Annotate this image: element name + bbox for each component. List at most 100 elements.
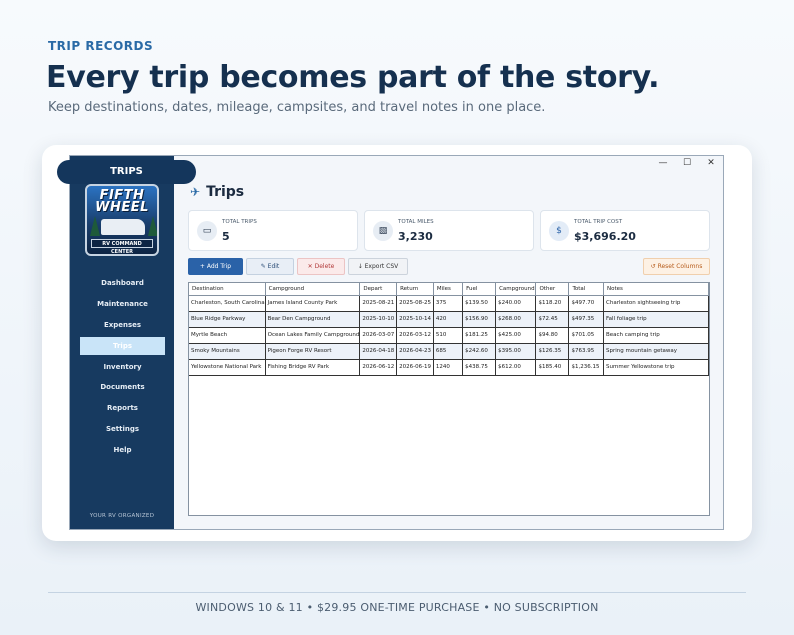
table-cell: $72.45 <box>535 311 570 328</box>
table-cell: Pigeon Forge RV Resort <box>265 343 361 360</box>
nav-item-settings[interactable]: Settings <box>80 420 165 438</box>
table-cell: Ocean Lakes Family Campground <box>265 327 361 344</box>
nav-item-documents[interactable]: Documents <box>80 378 165 396</box>
footer-text: WINDOWS 10 & 11 • $29.95 ONE-TIME PURCHA… <box>195 601 599 614</box>
table-cell: Beach camping trip <box>603 327 709 344</box>
table-row[interactable]: Smoky Mountains Pigeon Forge RV Resort 202… <box>189 343 709 360</box>
table-cell: 2026-06-19 <box>396 359 434 376</box>
table-header: Destination Campground Depart Return Mil… <box>189 283 709 296</box>
table-cell: Charleston, South Carolina <box>189 295 266 312</box>
nav-item-dashboard[interactable]: Dashboard <box>80 274 165 292</box>
table-cell: 2025-08-21 <box>359 295 398 312</box>
table-cell: $185.40 <box>535 359 570 376</box>
column-header[interactable]: Notes <box>603 283 709 296</box>
stat-value: 5 <box>222 230 230 243</box>
maximize-icon[interactable]: ☐ <box>681 158 693 168</box>
table-cell: Blue Ridge Parkway <box>189 311 266 328</box>
nav-item-inventory[interactable]: Inventory <box>80 358 165 376</box>
table-cell: 2025-08-25 <box>396 295 434 312</box>
minimize-icon[interactable]: — <box>657 158 669 168</box>
nav-item-trips[interactable]: Trips <box>80 336 165 355</box>
table-cell: $139.50 <box>462 295 497 312</box>
table-cell: $126.35 <box>535 343 570 360</box>
close-icon[interactable]: ✕ <box>705 158 717 168</box>
trips-table: Destination Campground Depart Return Mil… <box>188 282 710 516</box>
stat-value: 3,230 <box>398 230 433 243</box>
trips-pill: TRIPS <box>57 160 196 184</box>
table-cell: $242.60 <box>462 343 497 360</box>
table-cell: 2025-10-14 <box>396 311 434 328</box>
table-cell: $497.70 <box>568 295 604 312</box>
export-csv-button[interactable]: ↓ Export CSV <box>348 258 408 275</box>
map-icon: ▧ <box>373 221 393 241</box>
sidebar-footer: YOUR RV ORGANIZED <box>89 513 155 519</box>
column-header[interactable]: Miles <box>433 283 464 296</box>
stat-value: $3,696.20 <box>574 230 636 243</box>
window-controls: — ☐ ✕ <box>657 158 717 168</box>
table-cell: $425.00 <box>495 327 537 344</box>
nav-item-expenses[interactable]: Expenses <box>80 316 165 334</box>
page-title-text: Trips <box>206 184 245 200</box>
stat-card-trips: ▭ TOTAL TRIPS 5 <box>188 210 358 251</box>
column-header[interactable]: Campground <box>495 283 537 296</box>
headline: Every trip becomes part of the story. <box>46 60 660 95</box>
stat-label: TOTAL TRIPS <box>222 219 257 225</box>
nav-item-reports[interactable]: Reports <box>80 399 165 417</box>
column-header[interactable]: Total <box>568 283 604 296</box>
table-cell: $763.95 <box>568 343 604 360</box>
table-cell: 2026-04-23 <box>396 343 434 360</box>
stat-card-miles: ▧ TOTAL MILES 3,230 <box>364 210 534 251</box>
rv-icon: ▭ <box>197 221 217 241</box>
logo-line-2: WHEEL <box>95 200 149 215</box>
table-cell: 2026-06-12 <box>359 359 398 376</box>
stat-label: TOTAL TRIP COST <box>574 219 623 225</box>
subhead: Keep destinations, dates, mileage, camps… <box>48 100 546 115</box>
table-row[interactable]: Charleston, South Carolina James Island C… <box>189 295 709 312</box>
table-cell: $701.05 <box>568 327 604 344</box>
stat-label: TOTAL MILES <box>398 219 434 225</box>
nav-item-help[interactable]: Help <box>80 441 165 459</box>
column-header[interactable]: Campground <box>265 283 361 296</box>
table-cell: $94.80 <box>535 327 570 344</box>
table-cell: $181.25 <box>462 327 497 344</box>
delete-button[interactable]: ✕ Delete <box>297 258 345 275</box>
table-cell: 2026-04-18 <box>359 343 398 360</box>
table-cell: 2026-03-07 <box>359 327 398 344</box>
column-header[interactable]: Fuel <box>462 283 497 296</box>
table-cell: $612.00 <box>495 359 537 376</box>
add-trip-button[interactable]: + Add Trip <box>188 258 243 275</box>
app-window: FIFTH WHEEL RV COMMAND CENTER Dashboard … <box>69 155 724 530</box>
table-cell: Myrtle Beach <box>189 327 266 344</box>
table-cell: $268.00 <box>495 311 537 328</box>
edit-button[interactable]: ✎ Edit <box>246 258 294 275</box>
nav-item-maintenance[interactable]: Maintenance <box>80 295 165 313</box>
sidebar: FIFTH WHEEL RV COMMAND CENTER Dashboard … <box>70 156 174 529</box>
table-cell: Bear Den Campground <box>265 311 361 328</box>
table-cell: $438.75 <box>462 359 497 376</box>
column-header[interactable]: Depart <box>359 283 398 296</box>
reset-columns-button[interactable]: ↺ Reset Columns <box>643 258 710 275</box>
dollar-icon: $ <box>549 221 569 241</box>
table-cell: 685 <box>433 343 464 360</box>
stat-card-cost: $ TOTAL TRIP COST $3,696.20 <box>540 210 710 251</box>
table-cell: James Island County Park <box>265 295 361 312</box>
table-row[interactable]: Yellowstone National Park Fishing Bridge … <box>189 359 709 376</box>
column-header[interactable]: Return <box>396 283 434 296</box>
table-cell: $497.35 <box>568 311 604 328</box>
table-cell: Smoky Mountains <box>189 343 266 360</box>
table-row[interactable]: Myrtle Beach Ocean Lakes Family Campgroun… <box>189 327 709 344</box>
column-header[interactable]: Destination <box>189 283 266 296</box>
table-cell: Fall foliage trip <box>603 311 709 328</box>
table-cell: 1240 <box>433 359 464 376</box>
table-cell: 2026-03-12 <box>396 327 434 344</box>
table-cell: Yellowstone National Park <box>189 359 266 376</box>
tree-icon <box>148 216 157 236</box>
table-cell: $1,236.15 <box>568 359 604 376</box>
table-cell: $395.00 <box>495 343 537 360</box>
table-cell: 510 <box>433 327 464 344</box>
table-cell: Summer Yellowstone trip <box>603 359 709 376</box>
column-header[interactable]: Other <box>535 283 570 296</box>
app-logo: FIFTH WHEEL RV COMMAND CENTER <box>85 184 159 256</box>
table-row[interactable]: Blue Ridge Parkway Bear Den Campground 202… <box>189 311 709 328</box>
logo-banner: RV COMMAND CENTER <box>91 239 153 254</box>
